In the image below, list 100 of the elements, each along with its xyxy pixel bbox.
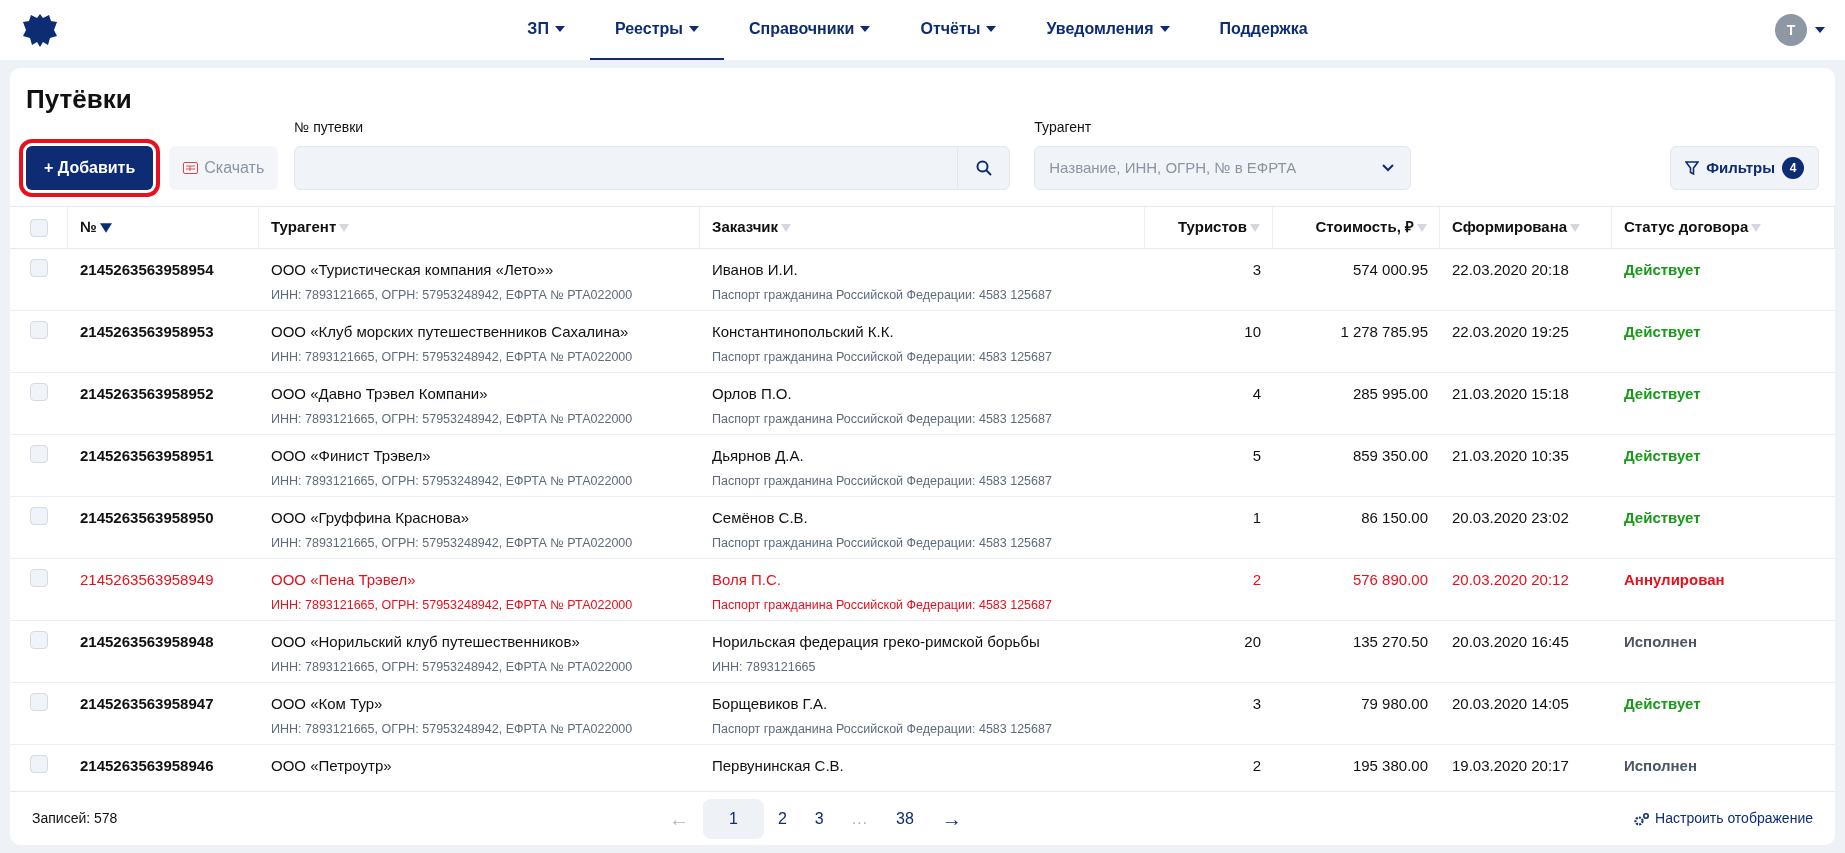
field-label: № путевки [294, 118, 365, 138]
cost-value: 285 995.00 [1352, 385, 1428, 403]
customer-name: Иванов И.И. [712, 260, 799, 281]
tourist-count: 1 [1252, 509, 1261, 527]
sort-icon[interactable] [99, 222, 112, 233]
column-header[interactable]: Стоимость, ₽ [1315, 216, 1414, 239]
agent-details: ИНН: 7893121665, ОГРН: 57953248942, ЕФРТА № РТА022000 [271, 472, 634, 490]
contract-status: Действует [1624, 385, 1701, 403]
tourist-count: 2 [1252, 757, 1261, 775]
customer-name: Первунинская С.В. [712, 756, 845, 777]
agent-details: ИНН: 7893121665, ОГРН: 57953248942, ЕФРТА № РТА022000 [271, 596, 634, 614]
nav-tab[interactable]: Уведомления [1021, 0, 1195, 60]
created-date: 21.03.2020 15:18 [1452, 385, 1569, 403]
page-button[interactable]: 38 [882, 798, 928, 839]
chevron-down-icon[interactable] [1382, 164, 1395, 173]
select-all-checkbox[interactable] [29, 218, 48, 237]
spreadsheet-icon [183, 162, 199, 175]
voucher-number[interactable]: 2145263563958949 [80, 571, 214, 589]
agent-name: ООО «Финист Трэвел» [271, 446, 432, 467]
tourist-count: 3 [1252, 695, 1261, 713]
voucher-number[interactable]: 2145263563958946 [80, 757, 214, 775]
agent-details: ИНН: 7893121665, ОГРН: 57953248942, ЕФРТА № РТА022000 [271, 410, 634, 428]
created-date: 19.03.2020 20:17 [1452, 757, 1569, 775]
column-header[interactable]: Заказчик [712, 216, 779, 239]
nav-tab[interactable]: Отчёты [895, 0, 1022, 60]
row-checkbox[interactable] [30, 693, 48, 712]
voucher-number[interactable]: 2145263563958948 [80, 633, 214, 651]
voucher-number[interactable]: 2145263563958954 [80, 261, 214, 279]
agent-name: ООО «Петроутр» [271, 756, 393, 777]
caret-icon[interactable] [1815, 27, 1825, 33]
page-button[interactable]: 3 [800, 798, 838, 839]
cost-value: 859 350.00 [1352, 447, 1428, 465]
row-checkbox[interactable] [30, 755, 48, 774]
column-header[interactable]: Турагент [271, 216, 337, 239]
field-label: Турагент [1034, 118, 1093, 138]
page-button[interactable]: 2 [763, 798, 801, 839]
voucher-number[interactable]: 2145263563958952 [80, 385, 214, 403]
cost-value: 195 380.00 [1352, 757, 1428, 775]
nav-tab[interactable]: Поддержка [1194, 0, 1333, 60]
voucher-number[interactable]: 2145263563958947 [80, 695, 214, 713]
filters-button[interactable]: Фильтры 4 [1670, 146, 1819, 191]
agent-select[interactable]: Название, ИНН, ОГРН, № в ЕФРТА [1034, 146, 1412, 191]
cost-value: 135 270.50 [1352, 633, 1428, 651]
customer-name: Семёнов С.В. [712, 508, 809, 529]
created-date: 22.03.2020 20:18 [1452, 261, 1569, 279]
contract-status: Действует [1624, 323, 1701, 341]
row-checkbox[interactable] [30, 445, 48, 464]
agent-details: ИНН: 7893121665, ОГРН: 57953248942, ЕФРТА № РТА022000 [271, 348, 634, 366]
agent-select-field[interactable]: Название, ИНН, ОГРН, № в ЕФРТА [1035, 156, 1383, 180]
agent-name: ООО «Давно Трэвел Компани» [271, 384, 489, 405]
agent-name: ООО «Ком Тур» [271, 694, 384, 715]
agent-details: ИНН: 7893121665, ОГРН: 57953248942, ЕФРТА № РТА022000 [271, 286, 634, 304]
row-checkbox[interactable] [30, 507, 48, 526]
customer-name: Борщевиков Г.А. [712, 694, 829, 715]
caret-icon[interactable] [688, 26, 699, 32]
pagination-arrow[interactable]: → [927, 800, 976, 837]
gears-icon [1634, 811, 1651, 826]
row-checkbox[interactable] [30, 569, 48, 588]
voucher-number[interactable]: 2145263563958953 [80, 323, 214, 341]
customer-details: Паспорт гражданина Российской Федерации: 4583 125687 [712, 720, 1053, 738]
customer-details: ИНН: 7893121665 [712, 658, 817, 676]
column-header[interactable]: Сформирована [1452, 216, 1568, 239]
voucher-number[interactable]: 2145263563958951 [80, 447, 214, 465]
row-checkbox[interactable] [30, 383, 48, 402]
row-checkbox[interactable] [30, 259, 48, 278]
column-header[interactable]: Туристов [1178, 216, 1247, 239]
filter-icon [1685, 160, 1700, 176]
cost-value: 576 890.00 [1352, 571, 1428, 589]
tourist-count: 3 [1252, 261, 1261, 279]
caret-icon[interactable] [860, 26, 871, 32]
created-date: 20.03.2020 20:12 [1452, 571, 1569, 589]
row-checkbox[interactable] [30, 321, 48, 340]
row-checkbox[interactable] [30, 631, 48, 650]
caret-icon[interactable] [554, 26, 565, 32]
agent-name: ООО «Норильский клуб путешественников» [271, 632, 581, 653]
customer-name: Воля П.С. [712, 570, 782, 591]
created-date: 21.03.2020 10:35 [1452, 447, 1569, 465]
column-header[interactable]: № [80, 216, 97, 239]
nav-tab[interactable]: ЗП [502, 0, 590, 60]
tourist-count: 10 [1244, 323, 1261, 341]
contract-status: Действует [1624, 261, 1701, 279]
nav-tab[interactable]: Реестры [589, 0, 724, 60]
created-date: 20.03.2020 23:02 [1452, 509, 1569, 527]
caret-icon[interactable] [1159, 26, 1170, 32]
page-button[interactable]: 1 [703, 798, 764, 839]
tourist-count: 20 [1244, 633, 1261, 651]
display-settings-link[interactable]: Настроить отображение [1634, 808, 1813, 830]
cost-value: 574 000.95 [1352, 261, 1428, 279]
agent-name: ООО «Туристическая компания «Лето»» [271, 260, 555, 281]
count-badge: 4 [1782, 157, 1804, 180]
contract-status: Действует [1624, 509, 1701, 527]
voucher-number[interactable]: 2145263563958950 [80, 509, 214, 527]
created-date: 22.03.2020 19:25 [1452, 323, 1569, 341]
records-count: Записей: 578 [32, 809, 119, 829]
contract-status: Исполнен [1624, 757, 1697, 775]
agent-name: ООО «Клуб морских путешественников Сахалина» [271, 322, 630, 343]
column-header[interactable]: Статус договора [1624, 216, 1749, 239]
caret-icon[interactable] [986, 26, 997, 32]
nav-tab[interactable]: Справочники [723, 0, 896, 60]
agent-details: ИНН: 7893121665, ОГРН: 57953248942, ЕФРТА № РТА022000 [271, 658, 634, 676]
